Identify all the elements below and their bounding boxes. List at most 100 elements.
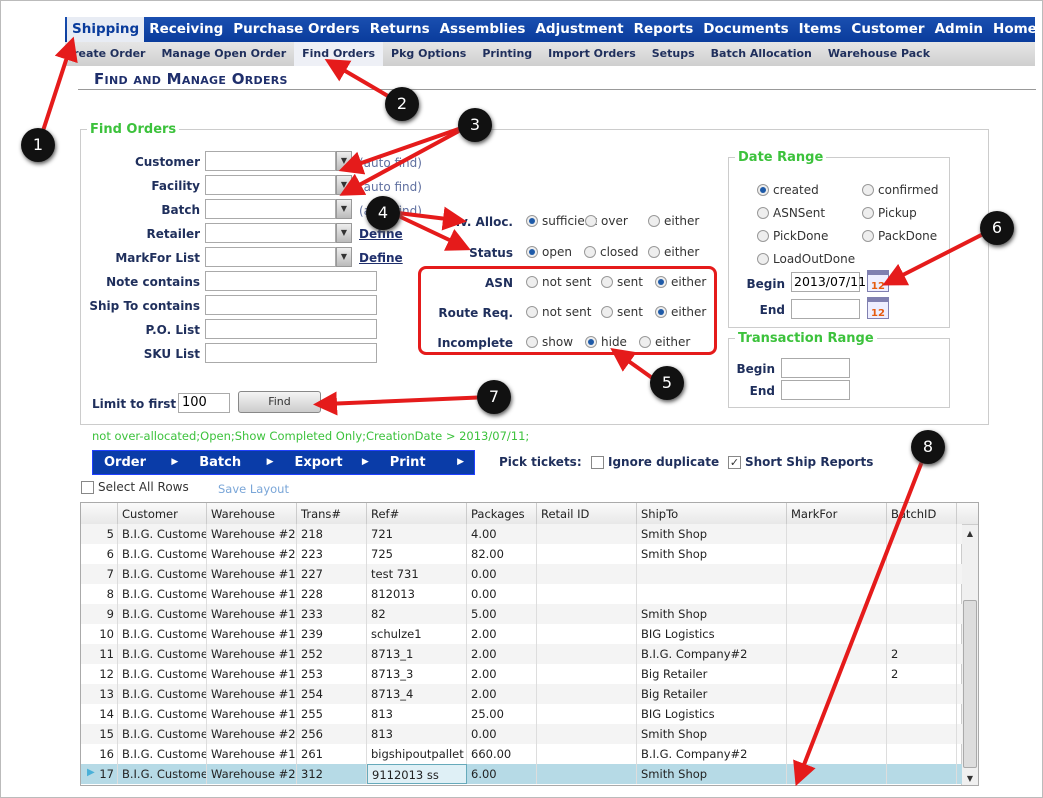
subnav-tab-warehouse-pack[interactable]: Warehouse Pack <box>820 42 938 66</box>
note-input[interactable] <box>205 271 377 291</box>
table-row[interactable]: 8 B.I.G. Customer Warehouse #1 228 812013 0.0… <box>81 584 962 604</box>
cell-shipto[interactable]: BIG Logistics <box>637 704 787 724</box>
checkbox-icon[interactable] <box>591 455 604 469</box>
scroll-down-icon[interactable]: ▼ <box>962 774 978 783</box>
cell-customer[interactable]: B.I.G. Customer <box>118 624 207 644</box>
cell-markfor[interactable] <box>787 704 887 724</box>
cell-retail-id[interactable] <box>537 584 637 604</box>
cell-ref-[interactable]: 813 <box>367 704 467 724</box>
retailer-input[interactable] <box>205 223 336 243</box>
cell-ref-[interactable]: 8713_1 <box>367 644 467 664</box>
nav-tab-adjustment[interactable]: Adjustment <box>530 17 628 42</box>
cell-warehouse[interactable]: Warehouse #1 <box>207 564 297 584</box>
column-header-packages[interactable]: Packages <box>467 503 537 525</box>
cell-retail-id[interactable] <box>537 644 637 664</box>
subnav-tab-batch-allocation[interactable]: Batch Allocation <box>703 42 820 66</box>
table-row[interactable]: 15 B.I.G. Customer Warehouse #2 256 813 0.00 S… <box>81 724 962 744</box>
radio-icon[interactable] <box>757 184 769 196</box>
subnav-tab-find-orders[interactable]: Find Orders <box>294 42 384 66</box>
menu-print[interactable]: Print ▶ <box>379 451 474 474</box>
cell-trans-[interactable]: 261 <box>297 744 367 764</box>
status-radio-closed[interactable]: closed <box>584 245 639 259</box>
table-row[interactable]: 10 B.I.G. Customer Warehouse #1 239 schulze1… <box>81 624 962 644</box>
cell-warehouse[interactable]: Warehouse #2 <box>207 724 297 744</box>
calendar-icon[interactable]: 12 <box>867 297 889 319</box>
cell-customer[interactable]: B.I.G. Customer <box>118 644 207 664</box>
cell-markfor[interactable] <box>787 644 887 664</box>
cell-trans-[interactable]: 252 <box>297 644 367 664</box>
cell-warehouse[interactable]: Warehouse #1 <box>207 684 297 704</box>
cell-packages[interactable]: 82.00 <box>467 544 537 564</box>
calendar-icon[interactable]: 12 <box>867 270 889 292</box>
inv-alloc-radio-over[interactable]: over <box>585 214 628 228</box>
cell-shipto[interactable]: Big Retailer <box>637 684 787 704</box>
cell-trans-[interactable]: 254 <box>297 684 367 704</box>
cell-batchid[interactable]: 2 <box>887 644 957 664</box>
cell-trans-[interactable]: 233 <box>297 604 367 624</box>
cell-markfor[interactable] <box>787 744 887 764</box>
column-header-row-number[interactable] <box>81 503 118 525</box>
table-row[interactable]: 17 B.I.G. Customer Warehouse #2 312 9112013 … <box>81 764 962 784</box>
limit-input[interactable]: 100 <box>178 393 230 413</box>
po-input[interactable] <box>205 319 377 339</box>
cell-ref-[interactable]: 813 <box>367 724 467 744</box>
cell-customer[interactable]: B.I.G. Customer <box>118 764 207 784</box>
radio-icon[interactable] <box>526 246 538 258</box>
cell-batchid[interactable] <box>887 744 957 764</box>
column-header-ref-[interactable]: Ref# <box>367 503 467 525</box>
cell-trans-[interactable]: 227 <box>297 564 367 584</box>
cell-ref-[interactable]: 725 <box>367 544 467 564</box>
cell-batchid[interactable] <box>887 524 957 544</box>
column-header-warehouse[interactable]: Warehouse <box>207 503 297 525</box>
nav-tab-assemblies[interactable]: Assemblies <box>435 17 531 42</box>
date-radio-asnsent[interactable]: ASNSent <box>757 206 825 220</box>
retailer-dropdown-button[interactable]: ▼ <box>336 223 352 243</box>
cell-trans-[interactable]: 312 <box>297 764 367 784</box>
date-radio-created[interactable]: created <box>757 183 819 197</box>
cell-packages[interactable]: 2.00 <box>467 684 537 704</box>
subnav-tab-printing[interactable]: Printing <box>474 42 540 66</box>
cell-warehouse[interactable]: Warehouse #1 <box>207 744 297 764</box>
facility-dropdown-button[interactable]: ▼ <box>336 175 352 195</box>
cell-batchid[interactable] <box>887 704 957 724</box>
cell-ref-[interactable]: 82 <box>367 604 467 624</box>
cell-retail-id[interactable] <box>537 684 637 704</box>
find-button[interactable]: Find <box>238 391 321 413</box>
date-radio-loadoutdone[interactable]: LoadOutDone <box>757 252 855 266</box>
radio-icon[interactable] <box>584 246 596 258</box>
cell-markfor[interactable] <box>787 624 887 644</box>
trans-end-input[interactable] <box>781 380 850 400</box>
batch-input[interactable] <box>205 199 336 219</box>
menu-export[interactable]: Export ▶ <box>284 451 379 474</box>
cell-ref-[interactable]: 8713_3 <box>367 664 467 684</box>
table-row[interactable]: 13 B.I.G. Customer Warehouse #1 254 8713_4 2.… <box>81 684 962 704</box>
nav-tab-receiving[interactable]: Receiving <box>144 17 228 42</box>
table-row[interactable]: 5 B.I.G. Customer Warehouse #2 218 721 4.00 Sm… <box>81 524 962 544</box>
cell-batchid[interactable] <box>887 764 957 784</box>
check-icon[interactable]: ✓ <box>728 455 741 469</box>
cell-customer[interactable]: B.I.G. Customer <box>118 684 207 704</box>
nav-tab-reports[interactable]: Reports <box>629 17 699 42</box>
markfor-dropdown-button[interactable]: ▼ <box>336 247 352 267</box>
markfor-define-link[interactable]: Define <box>359 251 403 265</box>
date-radio-pickdone[interactable]: PickDone <box>757 229 828 243</box>
cell-shipto[interactable] <box>637 584 787 604</box>
cell-packages[interactable]: 5.00 <box>467 604 537 624</box>
cell-warehouse[interactable]: Warehouse #2 <box>207 764 297 784</box>
markfor-input[interactable] <box>205 247 336 267</box>
cell-retail-id[interactable] <box>537 704 637 724</box>
cell-trans-[interactable]: 218 <box>297 524 367 544</box>
table-row[interactable]: 7 B.I.G. Customer Warehouse #1 227 test 731 0… <box>81 564 962 584</box>
table-row[interactable]: 14 B.I.G. Customer Warehouse #1 255 813 25.00… <box>81 704 962 724</box>
cell-ref-[interactable]: 812013 <box>367 584 467 604</box>
ignore-duplicate-checkbox[interactable]: Ignore duplicate <box>591 455 719 469</box>
cell-shipto[interactable]: B.I.G. Company#2 <box>637 644 787 664</box>
horizontal-scrollbar[interactable] <box>118 785 318 786</box>
cell-retail-id[interactable] <box>537 604 637 624</box>
cell-markfor[interactable] <box>787 724 887 744</box>
trans-begin-input[interactable] <box>781 358 850 378</box>
radio-icon[interactable] <box>526 215 538 227</box>
cell-markfor[interactable] <box>787 564 887 584</box>
radio-icon[interactable] <box>585 215 597 227</box>
cell-packages[interactable]: 6.00 <box>467 764 537 784</box>
